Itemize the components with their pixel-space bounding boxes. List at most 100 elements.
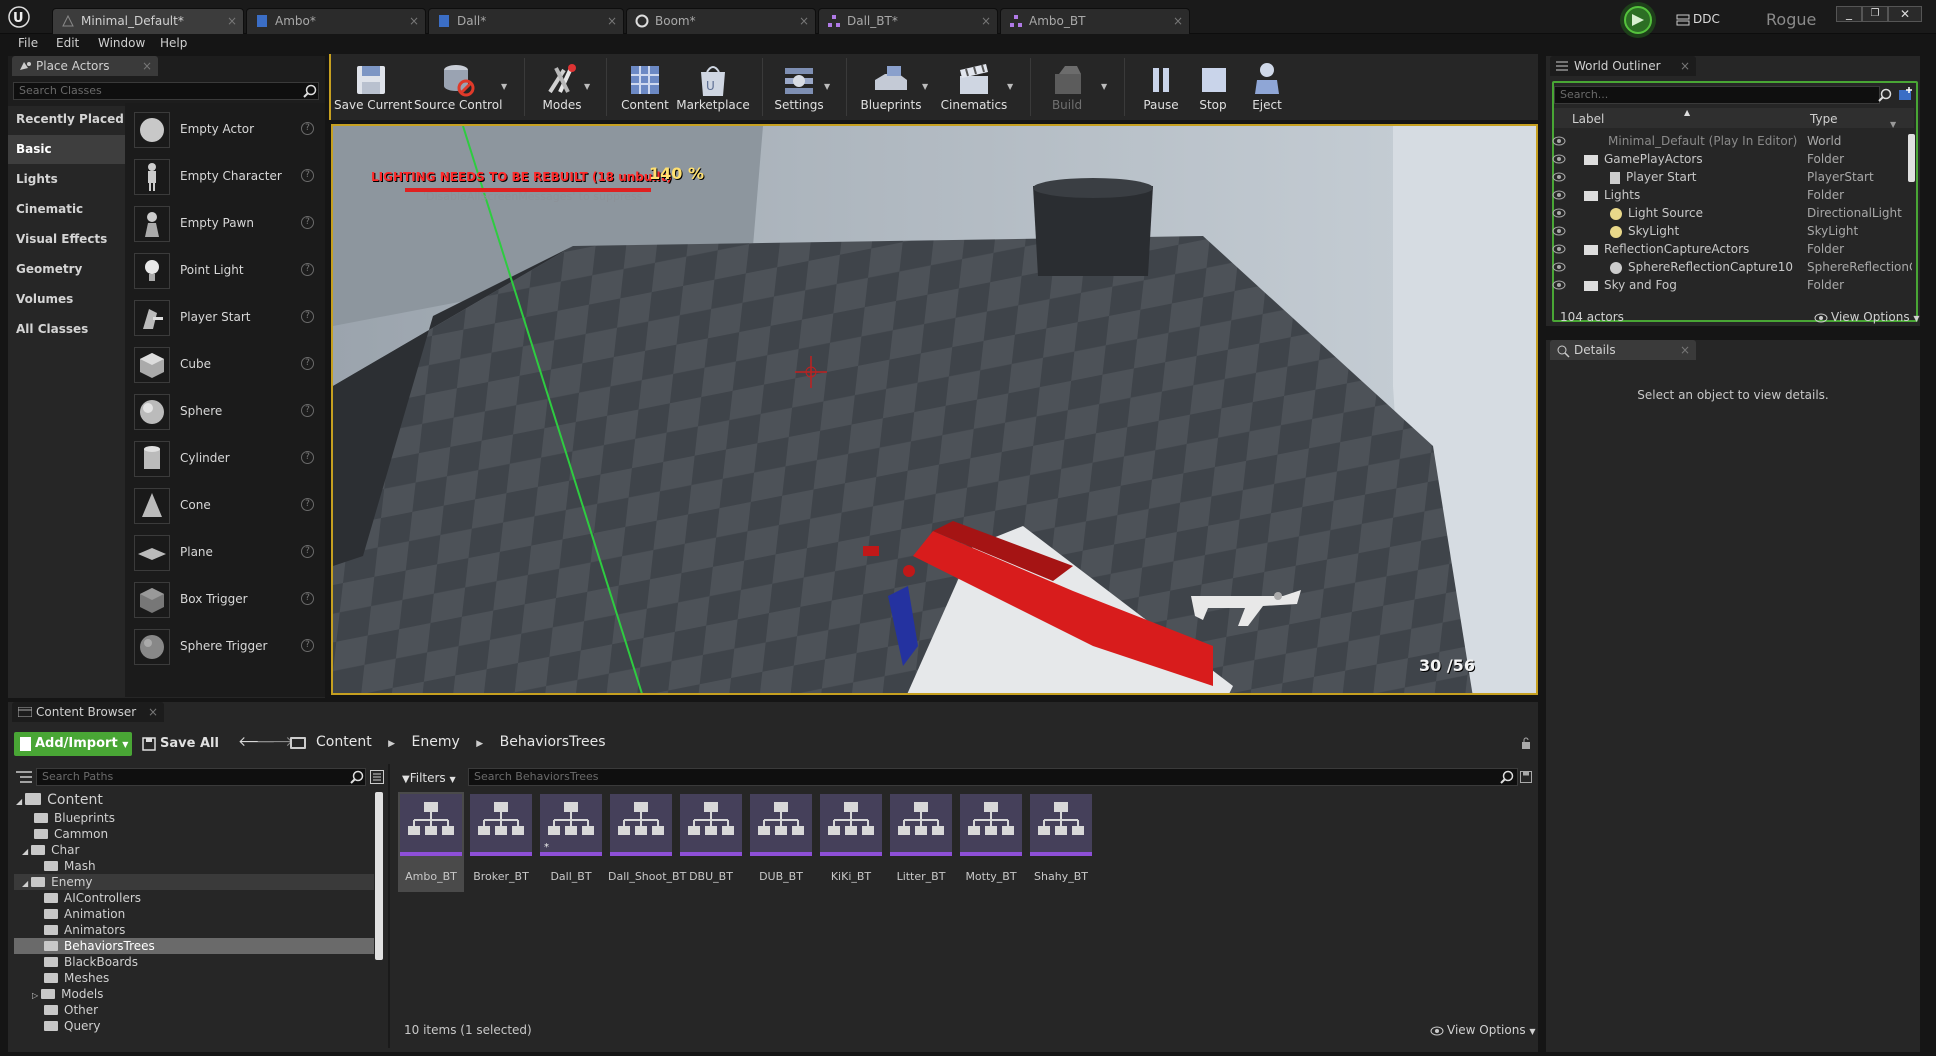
tree-item-enemy[interactable]: ◢ Enemy xyxy=(22,874,93,890)
outliner-col-type[interactable]: Type xyxy=(1810,112,1838,126)
forward-arrow-icon[interactable]: 🡒 xyxy=(256,733,294,750)
column-dropdown-icon[interactable]: ▼ xyxy=(1890,120,1896,129)
close-window-button[interactable]: ✕ xyxy=(1888,6,1922,22)
build-button[interactable]: Build xyxy=(1036,56,1098,118)
tree-item-meshes[interactable]: Meshes xyxy=(44,970,109,986)
save-all-button[interactable]: Save All xyxy=(142,732,219,756)
search-icon[interactable] xyxy=(303,84,317,98)
menu-help[interactable]: Help xyxy=(160,36,187,50)
minimize-button[interactable]: _ xyxy=(1836,6,1862,22)
stop-button[interactable]: Stop xyxy=(1188,56,1238,118)
search-assets-input[interactable]: Search BehaviorsTrees xyxy=(468,768,1518,786)
maximize-button[interactable]: ❐ xyxy=(1862,6,1888,22)
tree-item-animators[interactable]: Animators xyxy=(44,922,125,938)
doc-tab-dall[interactable]: Dall* × xyxy=(428,8,624,34)
ddc-button[interactable]: DDC xyxy=(1676,10,1726,28)
source-control-dropdown-icon[interactable]: ▼ xyxy=(501,82,507,91)
eye-icon[interactable] xyxy=(1552,280,1566,290)
actor-item-cone[interactable]: Cone? xyxy=(128,483,318,530)
cinematics-button[interactable]: Cinematics xyxy=(940,56,1008,118)
category-volumes[interactable]: Volumes xyxy=(8,285,125,314)
outliner-col-label[interactable]: Label xyxy=(1572,112,1604,126)
actor-item-plane[interactable]: Plane? xyxy=(128,530,318,577)
blueprints-dropdown-icon[interactable]: ▼ xyxy=(922,82,928,91)
asset-tile[interactable]: Litter_BT xyxy=(888,792,954,892)
help-icon[interactable]: ? xyxy=(301,404,314,417)
live-coding-icon[interactable] xyxy=(1614,0,1662,40)
tree-item-content[interactable]: ◢ Content xyxy=(16,792,103,808)
actor-item-sphere[interactable]: Sphere? xyxy=(128,389,318,436)
outliner-scrollbar[interactable] xyxy=(1908,134,1915,182)
doc-tab-dall-bt[interactable]: Dall_BT* × xyxy=(818,8,998,34)
tree-item-aicontrollers[interactable]: AIControllers xyxy=(44,890,141,906)
settings-button[interactable]: Settings xyxy=(768,56,830,118)
content-button[interactable]: Content xyxy=(614,56,676,118)
tree-item-blackboards[interactable]: BlackBoards xyxy=(44,954,138,970)
asset-tile[interactable]: Broker_BT xyxy=(468,792,534,892)
close-icon[interactable]: × xyxy=(148,702,158,722)
asset-tile[interactable]: DUB_BT xyxy=(748,792,814,892)
tree-item-mash[interactable]: Mash xyxy=(44,858,96,874)
actor-item-empty-character[interactable]: Empty Character? xyxy=(128,154,318,201)
eye-icon[interactable] xyxy=(1552,136,1566,146)
expand-arrow-icon[interactable]: ◢ xyxy=(22,847,28,856)
help-icon[interactable]: ? xyxy=(301,357,314,370)
category-all-classes[interactable]: All Classes xyxy=(8,315,125,344)
tree-item-query[interactable]: Query xyxy=(44,1018,100,1034)
help-icon[interactable]: ? xyxy=(301,310,314,323)
search-icon[interactable] xyxy=(1500,770,1514,784)
doc-tab-minimal-default[interactable]: Minimal_Default* × xyxy=(52,8,244,34)
outliner-row-folder[interactable]: ReflectionCaptureActors Folder xyxy=(1552,240,1912,258)
outliner-row-actor[interactable]: Light Source DirectionalLight xyxy=(1552,204,1912,222)
category-visual-effects[interactable]: Visual Effects xyxy=(8,225,125,254)
path-view-options-icon[interactable] xyxy=(370,770,384,784)
level-viewport[interactable]: LIGHTING NEEDS TO BE REBUILT (18 unbuilt… xyxy=(331,124,1538,695)
help-icon[interactable]: ? xyxy=(301,451,314,464)
search-classes-input[interactable]: Search Classes xyxy=(13,82,319,100)
blueprints-button[interactable]: Blueprints xyxy=(852,56,930,118)
category-lights[interactable]: Lights xyxy=(8,165,125,194)
help-icon[interactable]: ? xyxy=(301,592,314,605)
eye-icon[interactable] xyxy=(1552,172,1566,182)
eye-icon[interactable] xyxy=(1552,262,1566,272)
actor-item-empty-actor[interactable]: Empty Actor? xyxy=(128,107,318,154)
tree-item-char[interactable]: ◢ Char xyxy=(22,842,79,858)
sources-toggle-icon[interactable] xyxy=(16,771,32,783)
close-icon[interactable]: × xyxy=(1680,56,1690,76)
settings-dropdown-icon[interactable]: ▼ xyxy=(824,82,830,91)
close-icon[interactable]: × xyxy=(799,9,809,33)
collapse-arrow-icon[interactable]: ▷ xyxy=(32,991,38,1000)
doc-tab-ambo-bt[interactable]: Ambo_BT × xyxy=(1000,8,1190,34)
asset-tile[interactable]: KiKi_BT xyxy=(818,792,884,892)
doc-tab-ambo[interactable]: Ambo* × xyxy=(246,8,426,34)
modes-dropdown-icon[interactable]: ▼ xyxy=(584,82,590,91)
outliner-row-actor[interactable]: Player Start PlayerStart xyxy=(1552,168,1912,186)
source-control-button[interactable]: Source Control xyxy=(414,56,502,118)
expand-arrow-icon[interactable]: ◢ xyxy=(22,879,28,888)
tree-item-behaviorstrees[interactable]: BehaviorsTrees xyxy=(44,938,155,954)
add-import-button[interactable]: Add/Import ▼ xyxy=(14,732,132,756)
content-view-options-button[interactable]: View Options ▼ xyxy=(1430,1023,1536,1037)
eye-icon[interactable] xyxy=(1552,190,1566,200)
asset-tile[interactable]: Shahy_BT xyxy=(1028,792,1094,892)
filters-button[interactable]: ▼Filters ▼ xyxy=(402,768,462,788)
breadcrumb-behaviorstrees[interactable]: BehaviorsTrees xyxy=(500,734,606,750)
outliner-row-world[interactable]: Minimal_Default (Play In Editor) World xyxy=(1552,132,1912,150)
save-current-button[interactable]: Save Current xyxy=(334,56,412,118)
place-actors-tab[interactable]: Place Actors × xyxy=(12,56,158,76)
asset-tile[interactable]: Dall_Shoot_BT xyxy=(608,792,686,892)
close-icon[interactable]: × xyxy=(1680,340,1690,360)
actor-item-point-light[interactable]: Point Light? xyxy=(128,248,318,295)
search-paths-input[interactable]: Search Paths xyxy=(36,768,366,786)
category-cinematic[interactable]: Cinematic xyxy=(8,195,125,224)
pause-button[interactable]: Pause xyxy=(1130,56,1192,118)
close-icon[interactable]: × xyxy=(607,9,617,33)
category-geometry[interactable]: Geometry xyxy=(8,255,125,284)
build-dropdown-icon[interactable]: ▼ xyxy=(1101,82,1107,91)
details-tab[interactable]: Details × xyxy=(1550,340,1696,360)
outliner-row-folder[interactable]: GamePlayActors Folder xyxy=(1552,150,1912,168)
help-icon[interactable]: ? xyxy=(301,263,314,276)
close-icon[interactable]: × xyxy=(227,9,237,33)
outliner-search-input[interactable]: Search... xyxy=(1554,86,1880,104)
world-outliner-tab[interactable]: World Outliner × xyxy=(1550,56,1696,76)
